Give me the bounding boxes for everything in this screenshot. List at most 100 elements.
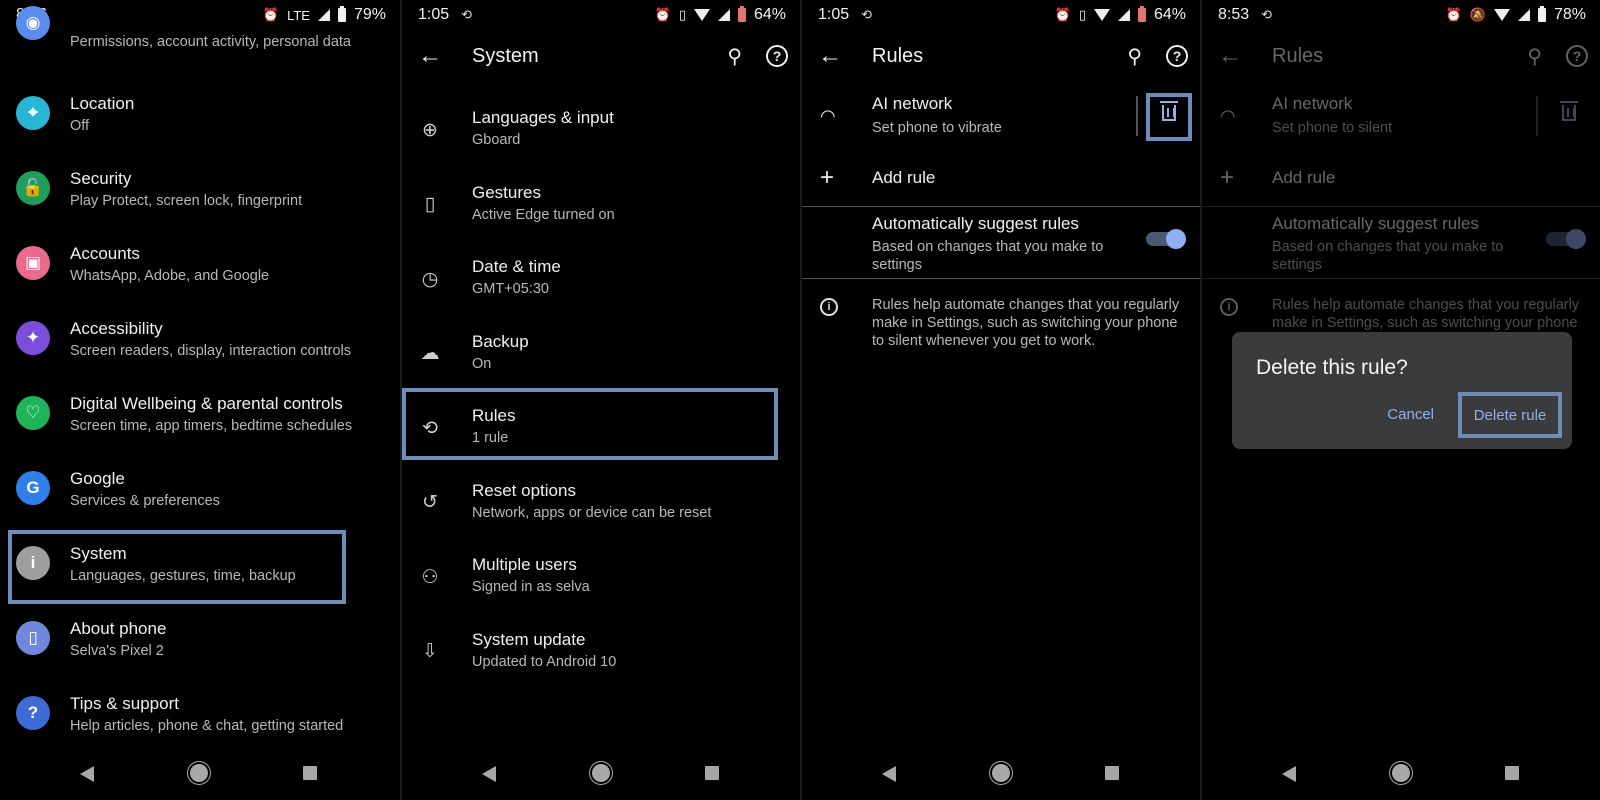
system-item-reset-options[interactable]: ↺ Reset options Network, apps or device ca… <box>402 471 800 547</box>
search-icon[interactable]: ⚲ <box>1127 44 1142 69</box>
account-icon: ▣ <box>16 246 50 280</box>
rule-title: AI network <box>1272 94 1353 113</box>
item-subtitle: Off <box>70 118 90 134</box>
suggest-rules-setting: Automatically suggest rules Based on cha… <box>1202 210 1600 276</box>
settings-item-google[interactable]: G Google Services & preferences <box>0 457 400 533</box>
system-item-date-time[interactable]: ◷ Date & time GMT+05:30 <box>402 247 800 323</box>
delete-rule-button[interactable] <box>1158 100 1180 126</box>
plus-icon: + <box>820 164 835 191</box>
settings-item-digital-wellbeing-parental-controls[interactable]: ♡ Digital Wellbeing & parental controls Sc… <box>0 382 400 458</box>
system-item-gestures[interactable]: ▯ Gestures Active Edge turned on <box>402 173 800 249</box>
page-title: System <box>472 44 539 67</box>
trash-icon <box>1560 101 1578 121</box>
info-icon: i <box>820 298 838 316</box>
item-subtitle: WhatsApp, Adobe, and Google <box>70 268 270 284</box>
privacy-icon: ◉ <box>16 6 50 40</box>
settings-item-tips-support[interactable]: ? Tips & support Help articles, phone & ch… <box>0 682 400 758</box>
system-item-multiple-users[interactable]: ⚇ Multiple users Signed in as selva <box>402 545 800 621</box>
suggest-toggle[interactable] <box>1146 229 1186 249</box>
nav-recents-button[interactable] <box>303 766 317 780</box>
item-title: Rules <box>472 406 516 425</box>
item-title: Location <box>70 94 135 113</box>
add-rule-label: Add rule <box>1272 168 1336 187</box>
suggest-rules-setting[interactable]: Automatically suggest rules Based on cha… <box>802 210 1200 276</box>
settings-item-privacy[interactable]: ◉ Permissions, account activity, persona… <box>0 0 400 52</box>
item-title: Date & time <box>472 257 561 276</box>
trash-icon <box>1160 101 1178 121</box>
info-icon: i <box>1220 298 1238 316</box>
help-icon[interactable]: ? <box>766 45 788 67</box>
nav-back-button[interactable] <box>80 766 94 782</box>
toggle-knob <box>1166 229 1186 249</box>
wifi-icon <box>693 9 710 21</box>
rules-icon: ⟲ <box>422 417 438 439</box>
toggle-knob <box>1566 229 1586 249</box>
nav-home-button[interactable] <box>592 764 610 782</box>
nav-bar <box>1202 750 1600 800</box>
vibrate-icon: ▯ <box>678 7 686 22</box>
item-title: Multiple users <box>472 555 577 574</box>
system-item-rules[interactable]: ⟲ Rules 1 rule <box>402 396 800 472</box>
nav-recents-button[interactable] <box>705 766 719 780</box>
settings-item-about-phone[interactable]: ▯ About phone Selva's Pixel 2 <box>0 607 400 683</box>
battery-percent: 64% <box>1153 6 1186 23</box>
back-arrow-icon[interactable]: ← <box>818 44 842 68</box>
system-item-languages-input[interactable]: ⊕ Languages & input Gboard <box>402 98 800 174</box>
settings-item-accounts[interactable]: ▣ Accounts WhatsApp, Adobe, and Google <box>0 232 400 308</box>
item-subtitle: Screen time, app timers, bedtime schedul… <box>70 418 353 434</box>
dialog-title: Delete this rule? <box>1256 356 1408 379</box>
divider <box>1202 278 1600 279</box>
system-item-backup[interactable]: ☁ Backup On <box>402 322 800 398</box>
settings-item-accessibility[interactable]: ✦ Accessibility Screen readers, display, i… <box>0 307 400 383</box>
cancel-button[interactable]: Cancel <box>1387 406 1434 423</box>
item-title: Reset options <box>472 480 576 500</box>
settings-item-security[interactable]: 🔓 Security Play Protect, screen lock, fing… <box>0 157 400 233</box>
add-rule-button[interactable]: + Add rule <box>802 160 1200 200</box>
nav-recents-button[interactable] <box>1505 766 1519 780</box>
wifi-icon: ◠ <box>820 106 836 126</box>
cloud-upload-icon: ☁ <box>420 343 440 364</box>
sync-icon: ⟲ <box>861 7 873 22</box>
nav-bar <box>402 750 800 800</box>
item-subtitle: Permissions, account activity, personal … <box>70 34 352 50</box>
item-subtitle: Help articles, phone & chat, getting sta… <box>70 718 344 734</box>
divider <box>1536 96 1538 136</box>
app-bar: ← System ⚲ ? <box>402 30 800 82</box>
nav-bar <box>802 750 1200 800</box>
system-item-system-update[interactable]: ⇩ System update Updated to Android 10 <box>402 620 800 696</box>
nav-home-button[interactable] <box>992 764 1010 782</box>
nav-back-button[interactable] <box>1282 766 1296 782</box>
suggest-subtitle: Based on changes that you make to settin… <box>1272 239 1504 273</box>
search-icon[interactable]: ⚲ <box>727 44 742 69</box>
item-subtitle: Services & preferences <box>70 493 220 509</box>
alarm-icon: ⏰ <box>1054 7 1071 22</box>
add-rule-label: Add rule <box>872 168 936 187</box>
nav-home-button[interactable] <box>1392 764 1410 782</box>
settings-item-system[interactable]: i System Languages, gestures, time, backup <box>0 532 400 608</box>
nav-back-button[interactable] <box>482 766 496 782</box>
info-icon: i <box>16 546 50 580</box>
info-text: Rules help automate changes that you reg… <box>872 297 1180 349</box>
suggest-title: Automatically suggest rules <box>1272 214 1479 233</box>
nav-home-button[interactable] <box>190 764 208 782</box>
rule-item[interactable]: ◠ AI network Set phone to vibrate <box>802 88 1200 152</box>
settings-item-location[interactable]: ⌖ Location Off <box>0 82 400 158</box>
item-title: Security <box>70 169 132 188</box>
status-time: 1:05 <box>818 6 850 23</box>
item-subtitle: Selva's Pixel 2 <box>70 643 164 659</box>
divider <box>1136 96 1138 136</box>
item-title: Accessibility <box>70 319 163 338</box>
lock-icon: 🔓 <box>16 171 50 205</box>
history-icon: ↺ <box>422 492 438 513</box>
plus-icon: + <box>1220 164 1235 191</box>
nav-back-button[interactable] <box>882 766 896 782</box>
nav-bar <box>0 750 400 800</box>
nav-recents-button[interactable] <box>1105 766 1119 780</box>
item-title: Languages & input <box>472 108 614 127</box>
status-time: 1:05 <box>418 6 450 23</box>
back-arrow-icon[interactable]: ← <box>418 44 442 68</box>
delete-rule-confirm-button[interactable]: Delete rule <box>1458 392 1562 438</box>
help-icon[interactable]: ? <box>1166 45 1188 67</box>
globe-icon: ⊕ <box>422 119 438 141</box>
delete-rule-button <box>1558 100 1580 126</box>
